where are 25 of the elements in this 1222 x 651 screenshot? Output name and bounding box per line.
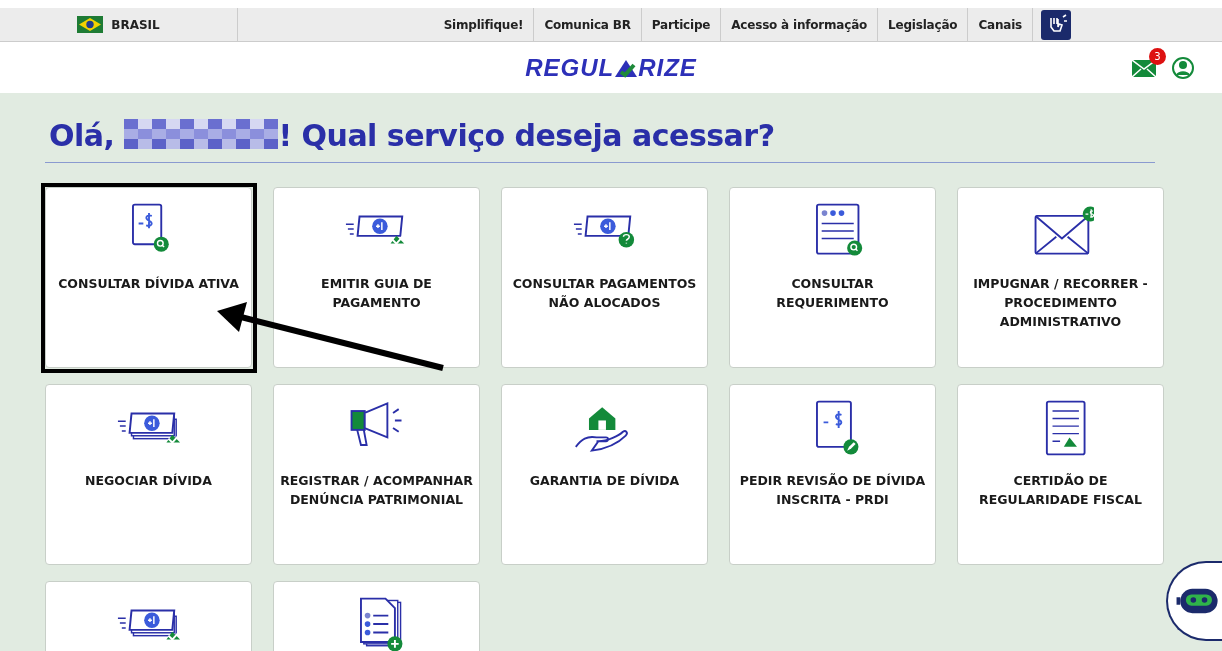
service-card[interactable]: PEDIR REVISÃO DE DÍVIDA INSCRITA - PRDI [729, 384, 936, 565]
unread-count: 3 [1149, 48, 1166, 65]
nav-link[interactable]: Acesso à informação [720, 8, 878, 41]
nav-link[interactable]: Canais [967, 8, 1032, 41]
regularize-logo[interactable]: REGUL RIZE [525, 49, 697, 86]
service-card[interactable]: CONSULTAR PAGAMENTOS NÃO ALOCADOS [501, 187, 708, 368]
service-card[interactable]: CERTIDÃO DE REGULARIDADE FISCAL [957, 384, 1164, 565]
service-card[interactable]: NEGOCIAR DÍVIDA [45, 384, 252, 565]
service-card[interactable]: REGISTRAR / ACOMPANHAR DENÚNCIA PATRIMONIAL [273, 384, 480, 565]
nav-link[interactable]: Participe [640, 8, 721, 41]
nav-link[interactable]: Comunica BR [533, 8, 641, 41]
service-card[interactable]: EMITIR GUIA DE PAGAMENTO [273, 187, 480, 368]
chatbot-button[interactable] [1166, 561, 1222, 641]
country-label: BRASIL [111, 16, 160, 34]
user-avatar-icon[interactable] [1172, 57, 1194, 79]
messages-icon[interactable] [1132, 60, 1156, 77]
sign-language-icon[interactable] [1041, 9, 1071, 40]
service-card[interactable]: CONSULTAR REQUERIMENTO [729, 187, 936, 368]
nav-link[interactable]: Legislação [877, 8, 968, 41]
robot-icon [1176, 587, 1220, 615]
greeting-heading: Olá, ! Qual serviço deseja acessar? [48, 117, 776, 155]
brazil-flag-icon [77, 16, 104, 33]
nav-link[interactable]: Simplifique! [433, 8, 534, 41]
service-card[interactable]: GARANTIA DE DÍVIDA [501, 384, 708, 565]
service-card[interactable]: IMPUGNAR / RECORRER - PROCEDIMENTO ADMINISTRATIVO [957, 187, 1164, 368]
